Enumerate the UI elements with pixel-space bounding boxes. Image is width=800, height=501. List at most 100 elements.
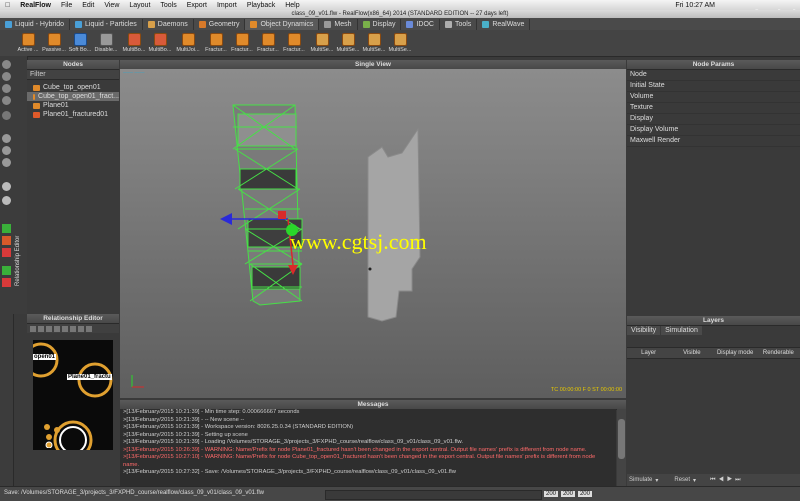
dropdown-arrow-icon[interactable]: ▾ — [693, 477, 696, 484]
tab-mesh[interactable]: Mesh — [319, 18, 358, 30]
camera-tool-icon[interactable] — [2, 111, 11, 120]
check-red-icon[interactable] — [2, 248, 11, 257]
menu-file[interactable]: File — [56, 2, 77, 9]
sphere-tool-icon[interactable] — [2, 146, 11, 155]
param-section-texture[interactable]: Texture — [627, 103, 800, 114]
node-item[interactable]: Cube_top_open01_fract... — [27, 92, 119, 101]
messages-scrollbar[interactable] — [617, 409, 626, 486]
timeline-slider[interactable] — [325, 490, 542, 500]
lock-icon[interactable] — [2, 266, 11, 275]
tab-geometry[interactable]: Geometry — [194, 18, 246, 30]
shelf-multiset-3-button[interactable]: MultiSe... — [362, 33, 386, 55]
apple-icon[interactable]:  — [0, 2, 15, 9]
shelf-active-rigid-button[interactable]: Active ... — [16, 33, 40, 55]
param-section-node[interactable]: Node — [627, 70, 800, 81]
menu-import[interactable]: Import — [212, 2, 242, 9]
tab-liquid-hybrido[interactable]: Liquid - Hybrido — [0, 18, 71, 30]
shelf-multibody-2-button[interactable]: MultiBo... — [148, 33, 172, 55]
select-tool-icon[interactable] — [2, 60, 11, 69]
menu-help[interactable]: Help — [280, 2, 304, 9]
node-item[interactable]: Plane01 — [27, 101, 119, 110]
rel-tool-icon[interactable] — [70, 325, 76, 332]
shelf-fracture-3-button[interactable]: Fractur... — [256, 33, 280, 55]
rel-tool-icon[interactable] — [54, 325, 60, 332]
col-visible[interactable]: Visible — [670, 348, 713, 358]
rel-tool-icon[interactable] — [38, 325, 44, 332]
tab-display[interactable]: Display — [358, 18, 402, 30]
shelf-fracture-1-button[interactable]: Fractur... — [204, 33, 228, 55]
shelf-multiset-1-button[interactable]: MultiSe... — [310, 33, 334, 55]
shelf-fracture-4-button[interactable]: Fractur... — [282, 33, 306, 55]
rel-tool-icon[interactable] — [46, 325, 52, 332]
tab-tools[interactable]: Tools — [440, 18, 478, 30]
left-toolbar — [0, 56, 14, 486]
menu-export[interactable]: Export — [182, 2, 212, 9]
menu-playback[interactable]: Playback — [242, 2, 280, 9]
sphere-tool-icon[interactable] — [2, 158, 11, 167]
timeline-end-a[interactable]: 200 — [544, 491, 559, 497]
param-section-display[interactable]: Display — [627, 114, 800, 125]
check-icon[interactable] — [2, 224, 11, 233]
shelf-disable-button[interactable]: Disable... — [94, 33, 118, 55]
stop-icon[interactable] — [2, 278, 11, 287]
playback-buttons[interactable]: ⏮◀▶⏭ — [710, 477, 744, 484]
tab-idoc[interactable]: IDOC — [401, 18, 440, 30]
param-section-initial-state[interactable]: Initial State — [627, 81, 800, 92]
param-section-volume[interactable]: Volume — [627, 92, 800, 103]
app-menu[interactable]: RealFlow — [15, 2, 56, 9]
tab-visibility[interactable]: Visibility — [627, 326, 661, 335]
menu-view[interactable]: View — [99, 2, 124, 9]
rotate-tool-icon[interactable] — [2, 84, 11, 93]
nodes-filter[interactable]: Filter — [27, 70, 119, 80]
shelf-multiset-4-button[interactable]: MultiSe... — [388, 33, 412, 55]
wrench-icon[interactable] — [2, 236, 11, 245]
col-layer[interactable]: Layer — [627, 348, 670, 358]
col-display-mode[interactable]: Display mode — [714, 348, 757, 358]
mini-group-icon[interactable] — [39, 422, 69, 448]
timeline-end-b[interactable]: 200 — [560, 491, 575, 497]
menu-tools[interactable]: Tools — [155, 2, 181, 9]
reset-button[interactable]: Reset — [674, 477, 690, 483]
shelf-fracture-2-button[interactable]: Fractur... — [230, 33, 254, 55]
scale-tool-icon[interactable] — [2, 96, 11, 105]
dropdown-arrow-icon[interactable]: ▾ — [655, 477, 658, 484]
multibody-icon — [127, 33, 141, 46]
tab-liquid-particles[interactable]: Liquid - Particles — [70, 18, 143, 30]
relationship-node-a[interactable]: open01 — [33, 354, 57, 360]
rel-tool-icon[interactable] — [62, 325, 68, 332]
node-item[interactable]: Plane01_fractured01 — [27, 110, 119, 119]
shelf-multiset-2-button[interactable]: MultiSe... — [336, 33, 360, 55]
shelf-soft-body-button[interactable]: Soft Bo... — [68, 33, 92, 55]
sphere-tool-icon[interactable] — [2, 134, 11, 143]
shading-tool-icon[interactable] — [2, 182, 11, 191]
rel-tool-icon[interactable] — [30, 325, 36, 332]
param-section-display-volume[interactable]: Display Volume — [627, 125, 800, 136]
shelf-passive-rigid-button[interactable]: Passive... — [42, 33, 66, 55]
rel-tool-icon[interactable] — [78, 325, 84, 332]
simulate-dropdown[interactable]: Simulate — [629, 477, 652, 483]
menu-layout[interactable]: Layout — [124, 2, 155, 9]
menu-edit[interactable]: Edit — [77, 2, 99, 9]
tab-realwave[interactable]: RealWave — [477, 18, 531, 30]
shelf-multijoint-button[interactable]: MultiJoi... — [176, 33, 200, 55]
mesh-icon — [324, 20, 332, 28]
tab-daemons[interactable]: Daemons — [143, 18, 194, 30]
plane-fractured-mesh[interactable] — [367, 127, 421, 322]
rel-tool-icon[interactable] — [86, 325, 92, 332]
move-tool-icon[interactable] — [2, 72, 11, 81]
3d-viewport[interactable]: —— —— www.cgtsj.com TC 00:00:00 F 0 ST 0… — [120, 69, 626, 398]
relationship-sidebar-tab[interactable]: Relationship Editor — [13, 56, 28, 314]
shelf-multibody-button[interactable]: MultiBo... — [122, 33, 146, 55]
scrollbar-thumb[interactable] — [618, 419, 625, 459]
tab-object-dynamics[interactable]: Object Dynamics — [245, 18, 320, 30]
shading-tool-icon[interactable] — [2, 196, 11, 205]
relationship-node-b[interactable]: Plane01_fractu — [67, 374, 112, 380]
timeline-end-c[interactable]: 200 — [577, 491, 592, 497]
tab-simulation[interactable]: Simulation — [661, 326, 702, 335]
col-renderable[interactable]: Renderable — [757, 348, 800, 358]
node-item[interactable]: Cube_top_open01 — [27, 83, 119, 92]
fractured-cube-mesh[interactable] — [232, 104, 303, 306]
messages-log[interactable]: >[13/February/2015 10:21:39] - Min time … — [120, 409, 616, 486]
relationship-editor-panel: Relationship Editor open01 Plane01_fract… — [27, 314, 119, 486]
param-section-maxwell-render[interactable]: Maxwell Render — [627, 136, 800, 147]
